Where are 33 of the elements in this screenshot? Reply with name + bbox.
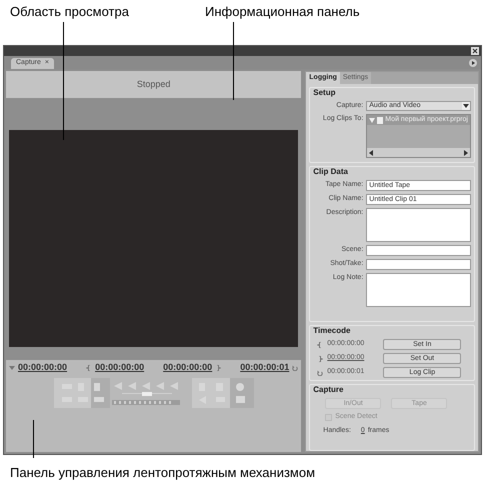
loop-icon — [317, 370, 324, 376]
timecode-value[interactable]: 00:00:00:00 — [18, 361, 68, 375]
text-area[interactable] — [366, 208, 471, 242]
loop-icon — [292, 365, 298, 371]
callout-label: Панель управления лентопротяжным механизмом — [10, 464, 316, 482]
callout-label: Информационная панель — [205, 3, 360, 21]
scroll-right-icon[interactable] — [462, 148, 470, 156]
callout-label: Область просмотра — [10, 3, 129, 21]
scroll-left-icon[interactable] — [367, 148, 376, 156]
close-button[interactable] — [471, 47, 479, 55]
text-area[interactable] — [366, 273, 471, 307]
timecode-value[interactable]: 00:00:00:00 — [95, 361, 144, 375]
input-field[interactable] — [366, 259, 471, 270]
timecode-value[interactable]: 00:00:00:00 — [163, 361, 212, 375]
section-title: Clip Data — [313, 167, 349, 177]
dropdown-arrow-icon — [9, 365, 15, 371]
bracket-icon — [215, 365, 222, 371]
input-field[interactable] — [366, 245, 471, 256]
bracket-icon — [317, 356, 324, 362]
status-text: Stopped — [136, 78, 170, 91]
panel-menu-icon[interactable] — [469, 59, 477, 67]
section-title: Capture — [313, 385, 344, 395]
bracket-icon — [86, 365, 92, 371]
document-icon — [377, 116, 384, 124]
expand-arrow-icon — [369, 118, 376, 122]
bracket-icon — [317, 342, 324, 348]
caret-icon — [462, 102, 470, 110]
section-title: Setup — [313, 88, 336, 98]
leader-line — [33, 420, 34, 458]
transport-controls-drawing[interactable] — [54, 378, 254, 408]
section-title: Timecode — [313, 326, 352, 336]
horizontal-scrollbar[interactable] — [367, 148, 470, 157]
timecode-value[interactable]: 00:00:00:01 — [240, 361, 290, 375]
